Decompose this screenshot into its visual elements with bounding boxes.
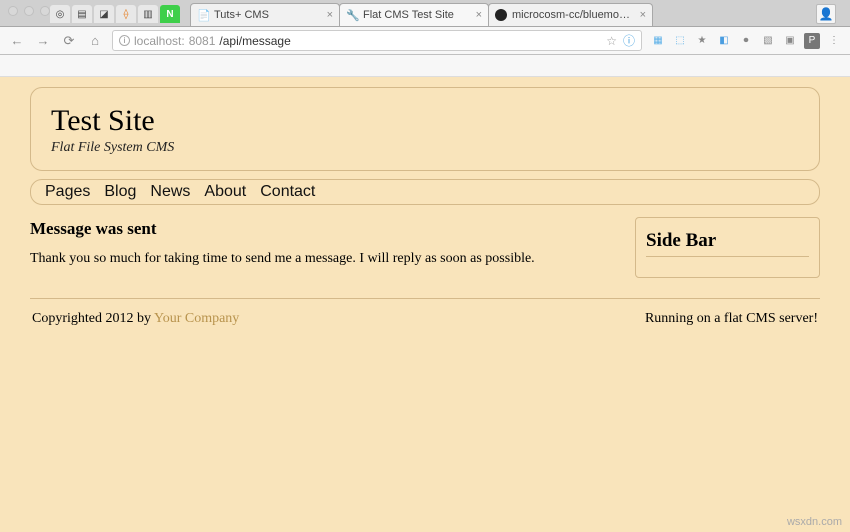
- extensions: ▦ ⬚ ★ ◧ ⏺ ▧ ▣ P ⋮: [650, 33, 842, 49]
- address-bar[interactable]: i localhost: 8081/api/message ☆ ⓘ: [112, 30, 642, 51]
- menu-icon[interactable]: ⋮: [826, 33, 842, 49]
- profile-button[interactable]: 👤: [816, 4, 836, 24]
- tab-strip: ◎ ▤ ◪ ⟠ ▥ N 📄 Tuts+ CMS × 🔧 Flat CMS Tes…: [0, 0, 850, 27]
- github-icon: [495, 9, 507, 21]
- pinned-tabs: ◎ ▤ ◪ ⟠ ▥ N: [50, 5, 190, 26]
- viewport: Test Site Flat File System CMS Pages Blo…: [0, 77, 850, 532]
- tab-title: Tuts+ CMS: [214, 9, 322, 21]
- pinned-tab[interactable]: N: [160, 5, 180, 23]
- nav-contact[interactable]: Contact: [260, 183, 315, 201]
- nav-blog[interactable]: Blog: [104, 183, 136, 201]
- extension-icon[interactable]: ▧: [760, 33, 776, 49]
- message-heading: Message was sent: [30, 219, 615, 239]
- site-title: Test Site: [51, 104, 799, 138]
- company-link[interactable]: Your Company: [154, 311, 239, 326]
- sidebar: Side Bar: [635, 217, 820, 278]
- tab-favicon-icon: 📄: [197, 9, 209, 21]
- pinned-tab[interactable]: ⟠: [116, 5, 136, 23]
- back-button[interactable]: ←: [8, 32, 26, 50]
- window-close[interactable]: [8, 6, 18, 16]
- reload-button[interactable]: ⟳: [60, 32, 78, 50]
- toolbar: ← → ⟳ ⌂ i localhost: 8081/api/message ☆ ⓘ…: [0, 27, 850, 55]
- sidebar-title: Side Bar: [646, 230, 809, 257]
- person-icon: 👤: [819, 7, 834, 21]
- tab-title: Flat CMS Test Site: [363, 9, 471, 21]
- browser-tab[interactable]: microcosm-cc/bluemonday: bl ×: [488, 3, 653, 26]
- url-host: localhost:: [134, 34, 185, 48]
- watermark: wsxdn.com: [787, 516, 842, 528]
- footer-right: Running on a flat CMS server!: [645, 311, 818, 327]
- footer-left: Copyrighted 2012 by Your Company: [32, 311, 239, 327]
- main-content: Message was sent Thank you so much for t…: [30, 217, 615, 278]
- tab-title: microcosm-cc/bluemonday: bl: [512, 9, 635, 21]
- pinned-tab[interactable]: ▥: [138, 5, 158, 23]
- browser-tab[interactable]: 📄 Tuts+ CMS ×: [190, 3, 340, 26]
- nav-about[interactable]: About: [204, 183, 246, 201]
- url-path: /api/message: [219, 34, 290, 48]
- extension-icon[interactable]: ▦: [650, 33, 666, 49]
- extension-icon[interactable]: ★: [694, 33, 710, 49]
- pinned-tab[interactable]: ◪: [94, 5, 114, 23]
- info-icon[interactable]: ⓘ: [623, 32, 635, 49]
- browser-tab-active[interactable]: 🔧 Flat CMS Test Site ×: [339, 3, 489, 26]
- tab-close-icon[interactable]: ×: [476, 9, 482, 21]
- window-controls: [8, 6, 50, 16]
- extension-icon[interactable]: ⏺: [738, 33, 754, 49]
- copyright-text: Copyrighted 2012 by: [32, 311, 154, 326]
- bookmarks-bar: [0, 55, 850, 77]
- home-button[interactable]: ⌂: [86, 32, 104, 50]
- tab-favicon-icon: 🔧: [346, 9, 358, 21]
- extension-icon[interactable]: ⬚: [672, 33, 688, 49]
- window-maximize[interactable]: [40, 6, 50, 16]
- footer: Copyrighted 2012 by Your Company Running…: [30, 305, 820, 333]
- info-icon: i: [119, 35, 130, 46]
- site-header: Test Site Flat File System CMS: [30, 87, 820, 171]
- message-body: Thank you so much for taking time to sen…: [30, 251, 615, 267]
- window-minimize[interactable]: [24, 6, 34, 16]
- nav-news[interactable]: News: [150, 183, 190, 201]
- extension-icon[interactable]: ◧: [716, 33, 732, 49]
- star-icon[interactable]: ☆: [606, 34, 617, 48]
- nav-pages[interactable]: Pages: [45, 183, 90, 201]
- extension-icon[interactable]: P: [804, 33, 820, 49]
- site-container: Test Site Flat File System CMS Pages Blo…: [30, 87, 820, 333]
- tab-close-icon[interactable]: ×: [640, 9, 646, 21]
- site-subtitle: Flat File System CMS: [51, 140, 799, 156]
- forward-button[interactable]: →: [34, 32, 52, 50]
- pinned-tab[interactable]: ◎: [50, 5, 70, 23]
- browser-chrome: ◎ ▤ ◪ ⟠ ▥ N 📄 Tuts+ CMS × 🔧 Flat CMS Tes…: [0, 0, 850, 77]
- extension-icon[interactable]: ▣: [782, 33, 798, 49]
- url-port: 8081: [189, 34, 216, 48]
- content-area: Message was sent Thank you so much for t…: [30, 217, 820, 299]
- site-nav: Pages Blog News About Contact: [30, 179, 820, 205]
- tab-close-icon[interactable]: ×: [327, 9, 333, 21]
- pinned-tab[interactable]: ▤: [72, 5, 92, 23]
